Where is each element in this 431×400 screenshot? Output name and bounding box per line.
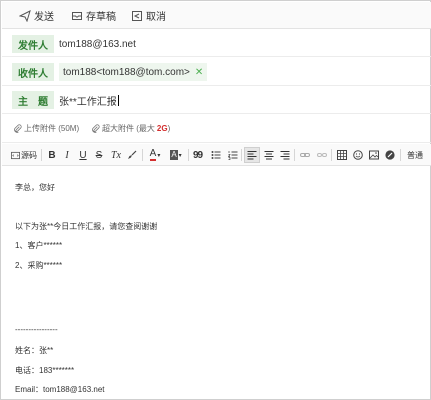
large-attachment-suffix: ) xyxy=(167,124,171,133)
align-left-button[interactable] xyxy=(244,147,260,163)
pen-circle-icon xyxy=(384,150,395,160)
insert-link-button[interactable] xyxy=(298,147,311,163)
large-attachment-label: 超大附件 (最大 xyxy=(102,124,155,133)
unlink-icon xyxy=(316,153,327,157)
insert-image-button[interactable] xyxy=(367,147,380,163)
from-row: 发件人 tom188@163.net xyxy=(2,30,431,57)
action-bar: 发送 存草稿 取消 xyxy=(2,2,431,29)
toolbar-divider xyxy=(331,149,332,161)
send-label: 发送 xyxy=(34,12,54,23)
body-line: 1、客户****** xyxy=(15,241,63,250)
cancel-icon xyxy=(132,10,142,21)
numbered-list-icon xyxy=(227,151,237,160)
toolbar-divider xyxy=(400,149,401,161)
align-center-icon xyxy=(264,151,273,160)
smiley-icon xyxy=(352,150,363,160)
paint-brush-icon xyxy=(128,150,137,159)
source-code-icon xyxy=(11,151,20,159)
bullet-list-button[interactable] xyxy=(209,147,222,163)
emoji-button[interactable] xyxy=(351,147,364,163)
subject-row: 主 题 张**工作汇报 xyxy=(2,87,431,114)
plain-text-button[interactable]: 普通 xyxy=(405,147,425,163)
body-line: 电话：183******* xyxy=(15,366,75,375)
send-button[interactable]: 发送 xyxy=(19,7,54,24)
table-icon xyxy=(336,150,347,160)
remove-link-button[interactable] xyxy=(315,147,328,163)
cancel-button[interactable]: 取消 xyxy=(131,7,166,24)
align-right-button[interactable] xyxy=(278,147,291,163)
upload-attachment-label: 上传附件 (50M) xyxy=(24,124,80,133)
toolbar-divider xyxy=(188,149,189,161)
font-color-button[interactable]: A ▾ xyxy=(146,147,164,163)
body-line: 2、采购****** xyxy=(15,261,63,270)
from-label: 发件人 xyxy=(12,35,54,53)
image-icon xyxy=(368,150,379,160)
upload-attachment-link[interactable]: 上传附件 (50M) xyxy=(13,123,79,134)
subject-label: 主 题 xyxy=(12,91,54,109)
bullet-list-icon xyxy=(211,151,220,159)
background-color-button[interactable]: A ▾ xyxy=(167,147,185,163)
toolbar-divider xyxy=(294,149,295,161)
align-right-icon xyxy=(280,151,289,160)
link-icon xyxy=(299,153,310,157)
to-label: 收件人 xyxy=(12,63,54,81)
body-line: ---------------- xyxy=(15,325,58,334)
body-line: 以下为张**今日工作汇报，请您查阅谢谢 xyxy=(15,222,158,231)
body-line: Email：tom188@163.net xyxy=(15,385,105,394)
font-color-label: A xyxy=(149,148,157,161)
source-code-button[interactable]: 源码 xyxy=(10,147,38,163)
source-code-label: 源码 xyxy=(21,150,37,160)
attachment-bar: 上传附件 (50M) 超大附件 (最大 2G ) xyxy=(2,115,431,143)
recipient-chip-text: tom188<tom188@tom.com> xyxy=(63,66,190,78)
compose-window: 发送 存草稿 取消 发件人 tom188@163.net 收件人 tom188<… xyxy=(0,0,431,400)
send-icon xyxy=(19,9,31,22)
editor-toolbar: 源码 B I U S Tx A ▾ A ▾ 99 普通 xyxy=(2,144,431,166)
signature-button[interactable] xyxy=(383,147,396,163)
large-attachment-size: 2G xyxy=(156,124,168,133)
clear-format-button[interactable]: Tx xyxy=(109,147,123,163)
text-cursor xyxy=(117,94,119,106)
save-draft-button[interactable]: 存草稿 xyxy=(71,7,116,24)
toolbar-divider xyxy=(142,149,143,161)
cancel-label: 取消 xyxy=(146,12,166,23)
align-left-icon xyxy=(247,151,257,160)
email-body-editor[interactable]: 李总，您好 以下为张**今日工作汇报，请您查阅谢谢 1、客户****** 2、采… xyxy=(2,167,431,400)
background-color-label: A xyxy=(170,150,178,160)
body-line: 李总，您好 xyxy=(15,183,55,192)
large-attachment-link[interactable]: 超大附件 (最大 2G ) xyxy=(91,123,170,134)
toolbar-divider xyxy=(41,149,42,161)
toolbar-divider xyxy=(241,149,242,161)
paperclip-icon xyxy=(14,124,22,133)
align-center-button[interactable] xyxy=(262,147,275,163)
bold-button[interactable]: B xyxy=(46,147,58,163)
italic-button[interactable]: I xyxy=(61,147,73,163)
chevron-down-icon: ▾ xyxy=(178,152,182,159)
to-row: 收件人 tom188<tom188@tom.com> ✕ xyxy=(2,58,431,86)
body-line: 姓名：张** xyxy=(15,346,54,355)
recipient-chip[interactable]: tom188<tom188@tom.com> ✕ xyxy=(59,63,208,81)
remove-recipient-icon[interactable]: ✕ xyxy=(195,67,203,78)
format-brush-button[interactable] xyxy=(126,147,138,163)
chevron-down-icon: ▾ xyxy=(157,152,161,159)
from-value[interactable]: tom188@163.net xyxy=(59,35,136,53)
strikethrough-button[interactable]: S xyxy=(93,147,105,163)
insert-table-button[interactable] xyxy=(335,147,348,163)
numbered-list-button[interactable] xyxy=(226,147,239,163)
save-draft-label: 存草稿 xyxy=(86,12,116,23)
draft-box-icon xyxy=(72,11,82,20)
subject-value: 张**工作汇报 xyxy=(59,96,117,108)
subject-input[interactable]: 张**工作汇报 xyxy=(59,91,119,109)
paperclip-icon xyxy=(92,124,100,133)
underline-button[interactable]: U xyxy=(77,147,89,163)
quote-button[interactable]: 99 xyxy=(191,147,204,163)
